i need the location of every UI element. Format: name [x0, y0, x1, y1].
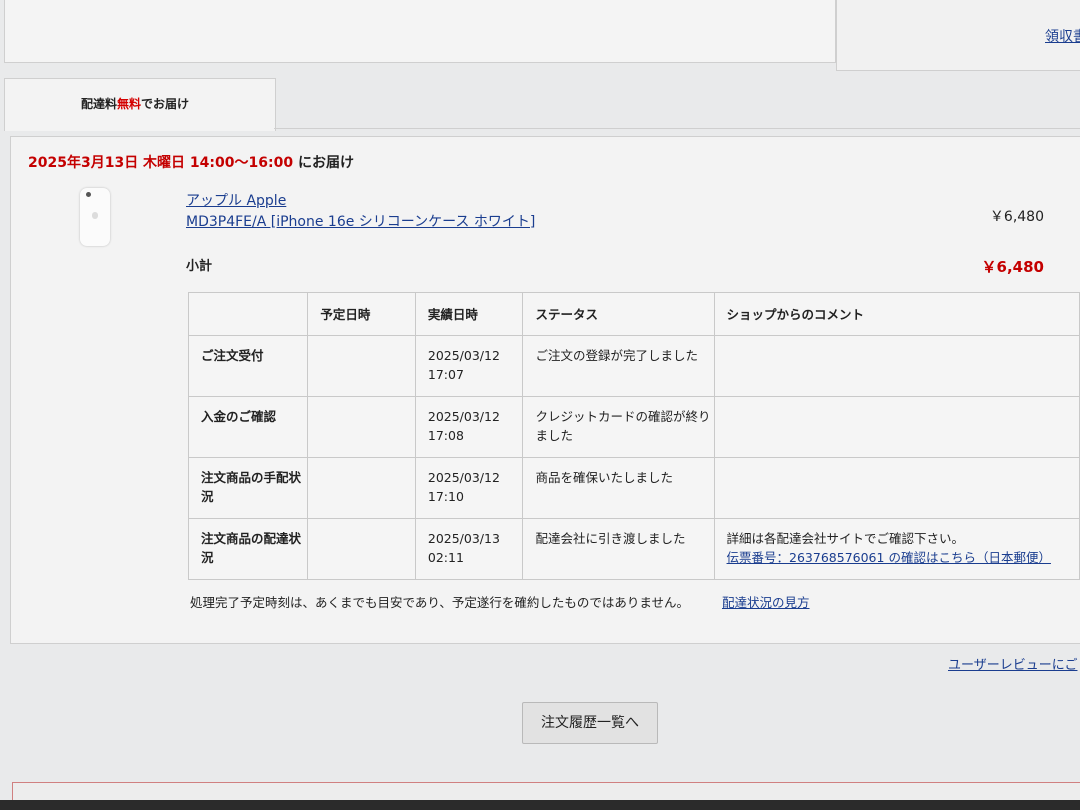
actual-time: 17:10 — [427, 489, 464, 504]
table-row: 入金のご確認 2025/03/12 17:08 クレジットカードの確認が終りました — [187, 396, 1080, 458]
subtotal-value: ￥6,480 — [981, 258, 1044, 276]
actual-cell: 2025/03/12 17:08 — [414, 396, 524, 458]
table-header: ショップからのコメント — [713, 292, 1080, 336]
comment-cell — [713, 457, 1080, 519]
actual-date: 2025/03/13 — [427, 531, 500, 546]
taskbar — [0, 800, 1080, 810]
user-review-link[interactable]: ユーザーレビューにご — [948, 654, 1077, 673]
table-header-row: 予定日時 実績日時 ステータス ショップからのコメント — [187, 292, 1080, 336]
comment-cell — [713, 396, 1080, 458]
status-cell: 配達会社に引き渡しました — [522, 518, 715, 580]
product-name-link[interactable]: MD3P4FE/A [iPhone 16e シリコーンケース ホワイト] — [186, 211, 535, 231]
camera-icon — [86, 192, 91, 197]
table-row: 注文商品の手配状況 2025/03/12 17:10 商品を確保いたしました — [187, 457, 1080, 519]
comment-cell: 詳細は各配達会社サイトでご確認下さい。 伝票番号：263768576061 の確… — [713, 518, 1080, 580]
actual-date: 2025/03/12 — [427, 470, 500, 485]
comment-text: 詳細は各配達会社サイトでご確認下さい。 — [726, 531, 965, 546]
tab-divider — [274, 128, 1080, 129]
actual-date: 2025/03/12 — [427, 409, 500, 424]
free-shipping-highlight: 無料 — [117, 97, 142, 111]
order-history-button[interactable]: 注文履歴一覧へ — [522, 702, 658, 744]
delivery-status-guide-link[interactable]: 配達状況の見方 — [722, 592, 810, 611]
comment-cell — [713, 335, 1080, 397]
tracking-link[interactable]: 伝票番号：263768576061 の確認はこちら（日本郵便） — [727, 550, 1051, 565]
disclaimer-note: 処理完了予定時刻は、あくまでも目安であり、予定遂行を確約したものではありません。 — [190, 595, 690, 610]
actual-time: 02:11 — [427, 550, 464, 565]
shipping-tab-label: 配達料無料でお届け — [81, 97, 190, 111]
planned-cell — [307, 335, 416, 397]
product-price: ￥6,480 — [989, 209, 1044, 225]
actual-time: 17:07 — [427, 367, 464, 382]
planned-cell — [307, 457, 416, 519]
subtotal-label: 小計 — [186, 259, 213, 274]
shipping-tab[interactable]: 配達料無料でお届け — [4, 78, 276, 131]
delivery-date: 2025年3月13日 木曜日 14:00～16:00 にお届け — [28, 155, 354, 171]
product-thumbnail[interactable] — [80, 188, 110, 246]
table-header: 予定日時 — [307, 292, 416, 336]
status-cell: クレジットカードの確認が終りました — [522, 396, 715, 458]
actual-cell: 2025/03/12 17:07 — [414, 335, 524, 397]
status-cell: ご注文の登録が完了しました — [522, 335, 715, 397]
table-header: ステータス — [522, 292, 715, 336]
planned-cell — [307, 396, 416, 458]
row-label: 注文商品の配達状況 — [187, 518, 309, 580]
receipt-area: 領収書 — [836, 0, 1080, 71]
actual-date: 2025/03/12 — [427, 348, 500, 363]
table-header: 実績日時 — [414, 292, 524, 336]
row-label: ご注文受付 — [187, 335, 309, 397]
actual-time: 17:08 — [427, 428, 464, 443]
receipt-link[interactable]: 領収書 — [1045, 26, 1080, 46]
table-row: ご注文受付 2025/03/12 17:07 ご注文の登録が完了しました — [187, 335, 1080, 397]
row-label: 注文商品の手配状況 — [187, 457, 309, 519]
actual-cell: 2025/03/12 17:10 — [414, 457, 524, 519]
product-maker-link[interactable]: アップル Apple — [186, 190, 286, 210]
previous-section-box — [4, 0, 836, 63]
apple-logo-icon — [92, 212, 98, 219]
status-cell: 商品を確保いたしました — [522, 457, 715, 519]
table-row: 注文商品の配達状況 2025/03/13 02:11 配達会社に引き渡しました 詳… — [187, 518, 1080, 580]
order-status-table: 予定日時 実績日時 ステータス ショップからのコメント ご注文受付 2025/0… — [187, 292, 1080, 580]
table-header — [187, 292, 309, 336]
planned-cell — [307, 518, 416, 580]
actual-cell: 2025/03/13 02:11 — [414, 518, 524, 580]
row-label: 入金のご確認 — [187, 396, 309, 458]
